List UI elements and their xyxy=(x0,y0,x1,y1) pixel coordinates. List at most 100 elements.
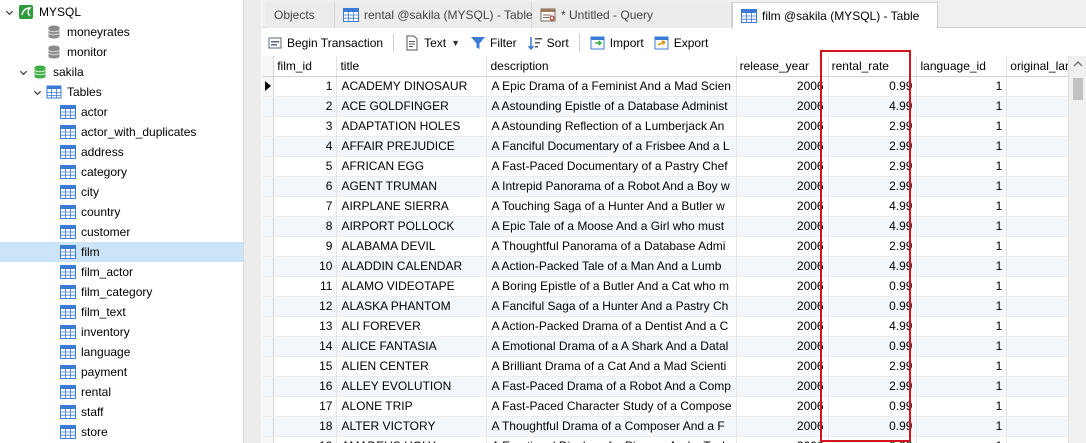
cell-rental-rate[interactable]: 4.99 xyxy=(828,256,918,277)
cell-language-id[interactable]: 1 xyxy=(916,256,1008,277)
cell-language-id[interactable]: 1 xyxy=(916,116,1008,137)
row-indicator[interactable] xyxy=(262,136,275,157)
cell-description[interactable]: A Epic Tale of a Moose And a Girl who mu… xyxy=(486,216,737,237)
column-header-rental-rate[interactable]: rental_rate xyxy=(828,56,918,77)
table-row[interactable]: 13 ALI FOREVER A Action-Packed Drama of a … xyxy=(262,316,1086,337)
cell-release-year[interactable]: 2006 xyxy=(736,96,829,117)
table-row[interactable]: 4 AFFAIR PREJUDICE A Fanciful Documentary … xyxy=(262,136,1086,157)
cell-description[interactable]: A Emotional Drama of a A Shark And a Dat… xyxy=(486,336,737,357)
cell-film-id[interactable]: 14 xyxy=(273,336,338,357)
scrollbar-thumb[interactable] xyxy=(1073,78,1083,100)
row-indicator[interactable] xyxy=(262,436,275,443)
cell-language-id[interactable]: 1 xyxy=(916,376,1008,397)
grid-vertical-scrollbar[interactable] xyxy=(1068,56,1086,443)
cell-release-year[interactable]: 2006 xyxy=(736,436,829,443)
cell-description[interactable]: A Fast-Paced Documentary of a Pastry Che… xyxy=(486,156,737,177)
cell-release-year[interactable]: 2006 xyxy=(736,396,829,417)
cell-description[interactable]: A Intrepid Panorama of a Robot And a Boy… xyxy=(486,176,737,197)
cell-title[interactable]: AFFAIR PREJUDICE xyxy=(336,136,488,157)
cell-title[interactable]: ALASKA PHANTOM xyxy=(336,296,488,317)
tree-item-address[interactable]: address xyxy=(0,142,243,162)
table-row[interactable]: 5 AFRICAN EGG A Fast-Paced Documentary of … xyxy=(262,156,1086,177)
cell-rental-rate[interactable]: 2.99 xyxy=(828,376,918,397)
cell-rental-rate[interactable]: 0.99 xyxy=(828,276,918,297)
tree-item-staff[interactable]: staff xyxy=(0,402,243,422)
cell-film-id[interactable]: 8 xyxy=(273,216,338,237)
tree-item-store[interactable]: store xyxy=(0,422,243,442)
cell-rental-rate[interactable]: 4.99 xyxy=(828,196,918,217)
cell-film-id[interactable]: 4 xyxy=(273,136,338,157)
tab-3[interactable]: film @sakila (MYSQL) - Table xyxy=(732,2,938,29)
table-row[interactable]: 9 ALABAMA DEVIL A Thoughtful Panorama of a… xyxy=(262,236,1086,257)
tree-item-film-category[interactable]: film_category xyxy=(0,282,243,302)
column-header-description[interactable]: description xyxy=(486,56,737,77)
cell-description[interactable]: A Emotional Display of a Pioneer And a T… xyxy=(486,436,737,443)
row-indicator[interactable] xyxy=(262,416,275,437)
table-row[interactable]: 7 AIRPLANE SIERRA A Touching Saga of a Hun… xyxy=(262,196,1086,217)
cell-description[interactable]: A Fast-Paced Character Study of a Compos… xyxy=(486,396,737,417)
tree-item-customer[interactable]: customer xyxy=(0,222,243,242)
cell-film-id[interactable]: 7 xyxy=(273,196,338,217)
cell-title[interactable]: AIRPLANE SIERRA xyxy=(336,196,488,217)
cell-rental-rate[interactable]: 4.99 xyxy=(828,316,918,337)
cell-release-year[interactable]: 2006 xyxy=(736,136,829,157)
table-row[interactable]: 6 AGENT TRUMAN A Intrepid Panorama of a Ro… xyxy=(262,176,1086,197)
tree-item-country[interactable]: country xyxy=(0,202,243,222)
chevron-down-icon[interactable] xyxy=(18,68,28,77)
cell-description[interactable]: A Fanciful Documentary of a Frisbee And … xyxy=(486,136,737,157)
cell-title[interactable]: AIRPORT POLLOCK xyxy=(336,216,488,237)
scroll-up-icon[interactable] xyxy=(1073,60,1083,68)
cell-language-id[interactable]: 1 xyxy=(916,96,1008,117)
cell-release-year[interactable]: 2006 xyxy=(736,236,829,257)
cell-release-year[interactable]: 2006 xyxy=(736,296,829,317)
tree-item-rental[interactable]: rental xyxy=(0,382,243,402)
cell-rental-rate[interactable]: 0.99 xyxy=(828,436,918,443)
cell-language-id[interactable]: 1 xyxy=(916,416,1008,437)
cell-language-id[interactable]: 1 xyxy=(916,276,1008,297)
import-button[interactable]: Import xyxy=(585,32,649,54)
cell-language-id[interactable]: 1 xyxy=(916,356,1008,377)
tree-item-city[interactable]: city xyxy=(0,182,243,202)
cell-rental-rate[interactable]: 0.99 xyxy=(828,416,918,437)
row-indicator[interactable] xyxy=(262,156,275,177)
row-indicator[interactable] xyxy=(262,296,275,317)
row-indicator[interactable] xyxy=(262,276,275,297)
tab-2[interactable]: * Untitled - Query xyxy=(532,2,732,28)
cell-description[interactable]: A Astounding Reflection of a Lumberjack … xyxy=(486,116,737,137)
cell-film-id[interactable]: 19 xyxy=(273,436,338,443)
cell-title[interactable]: ALABAMA DEVIL xyxy=(336,236,488,257)
tree-item-moneyrates[interactable]: moneyrates xyxy=(0,22,243,42)
cell-rental-rate[interactable]: 4.99 xyxy=(828,216,918,237)
cell-language-id[interactable]: 1 xyxy=(916,336,1008,357)
tree-item-inventory[interactable]: inventory xyxy=(0,322,243,342)
row-indicator[interactable] xyxy=(262,176,275,197)
tab-0[interactable]: Objects xyxy=(266,2,335,28)
cell-description[interactable]: A Boring Epistle of a Butler And a Cat w… xyxy=(486,276,737,297)
data-grid[interactable]: film_id title description release_year renta… xyxy=(262,56,1086,443)
tree-item-language[interactable]: language xyxy=(0,342,243,362)
row-indicator[interactable] xyxy=(262,396,275,417)
cell-release-year[interactable]: 2006 xyxy=(736,196,829,217)
cell-description[interactable]: A Fanciful Saga of a Hunter And a Pastry… xyxy=(486,296,737,317)
table-row[interactable]: 15 ALIEN CENTER A Brilliant Drama of a Cat… xyxy=(262,356,1086,377)
tree-item-category[interactable]: category xyxy=(0,162,243,182)
cell-film-id[interactable]: 13 xyxy=(273,316,338,337)
cell-language-id[interactable]: 1 xyxy=(916,436,1008,443)
tree-item-monitor[interactable]: monitor xyxy=(0,42,243,62)
cell-rental-rate[interactable]: 2.99 xyxy=(828,116,918,137)
cell-release-year[interactable]: 2006 xyxy=(736,276,829,297)
cell-language-id[interactable]: 1 xyxy=(916,156,1008,177)
row-indicator[interactable] xyxy=(262,256,275,277)
table-row[interactable]: 16 ALLEY EVOLUTION A Fast-Paced Drama of a… xyxy=(262,376,1086,397)
cell-film-id[interactable]: 2 xyxy=(273,96,338,117)
cell-language-id[interactable]: 1 xyxy=(916,136,1008,157)
cell-language-id[interactable]: 1 xyxy=(916,296,1008,317)
cell-release-year[interactable]: 2006 xyxy=(736,256,829,277)
cell-film-id[interactable]: 11 xyxy=(273,276,338,297)
tab-1[interactable]: rental @sakila (MYSQL) - Table xyxy=(335,2,533,28)
cell-rental-rate[interactable]: 0.99 xyxy=(828,76,918,97)
tree-item-payment[interactable]: payment xyxy=(0,362,243,382)
cell-language-id[interactable]: 1 xyxy=(916,76,1008,97)
cell-film-id[interactable]: 3 xyxy=(273,116,338,137)
tree-item-tables[interactable]: Tables xyxy=(0,82,243,102)
